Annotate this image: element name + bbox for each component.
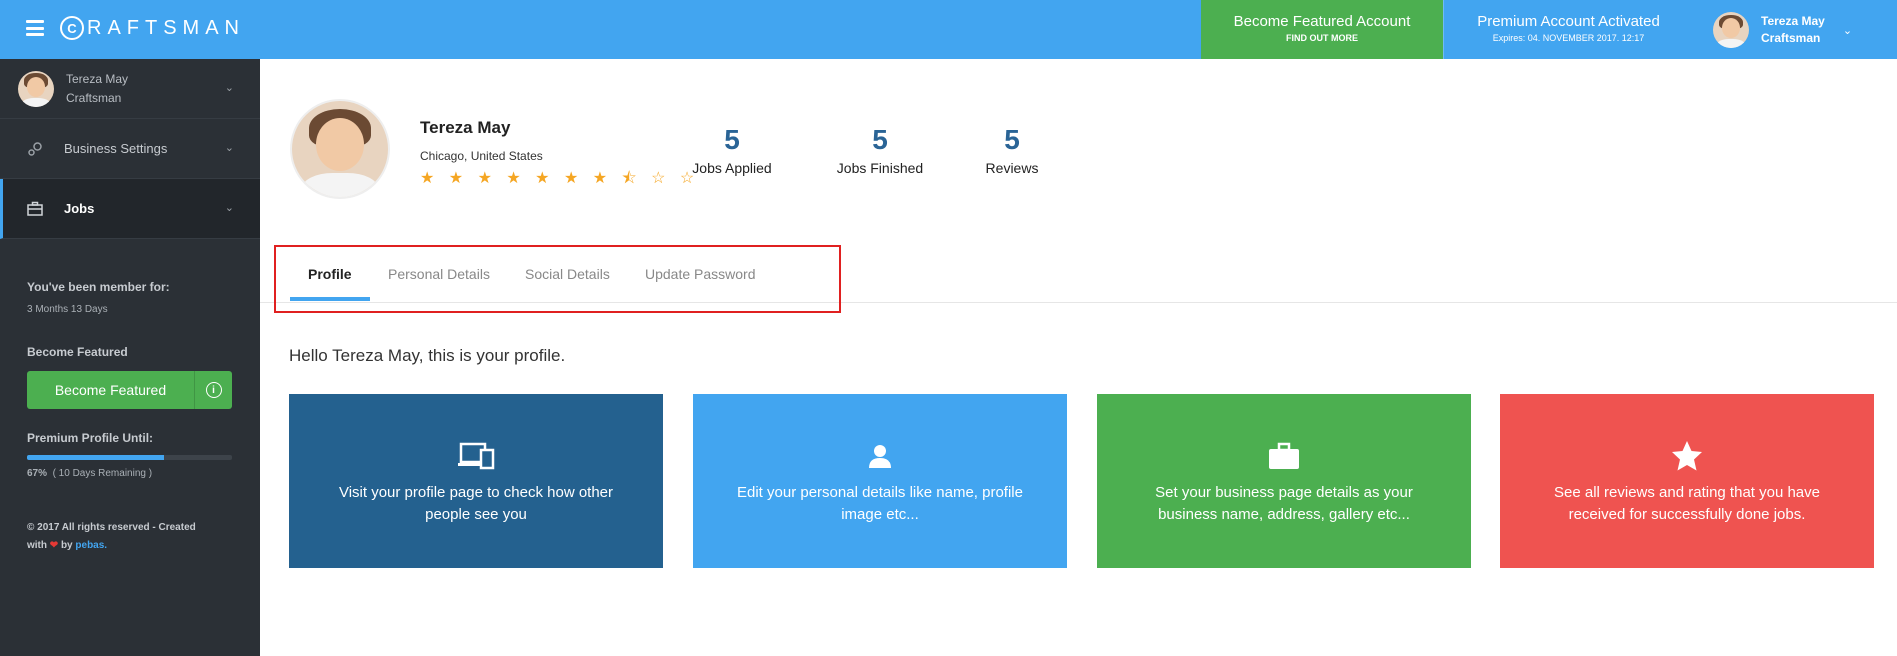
premium-progress-bar: [27, 455, 232, 460]
premium-percent: 67%: [27, 468, 48, 479]
premium-status: Premium Account Activated Expires: 04. N…: [1443, 0, 1693, 59]
stat-label: Jobs Finished: [836, 160, 924, 176]
membership-section: You've been member for: 3 Months 13 Days: [0, 280, 260, 315]
gears-icon: [26, 140, 44, 158]
profile-greeting: Hello Tereza May, this is your profile.: [289, 346, 566, 365]
chevron-down-icon: ⌄: [1842, 24, 1853, 37]
user-menu[interactable]: Tereza May Craftsman ⌄: [1713, 12, 1852, 48]
sidebar-item-jobs[interactable]: Jobs ⌄: [0, 179, 260, 239]
card-text: Set your business page details as your b…: [1155, 484, 1413, 523]
sidebar: Tereza May Craftsman ⌄ Business Settings…: [0, 59, 260, 656]
active-tab-indicator: [290, 297, 370, 301]
premium-remaining: 67% ( 10 Days Remaining ): [27, 468, 233, 479]
user-role: Craftsman: [1761, 31, 1821, 45]
card-reviews[interactable]: See all reviews and rating that you have…: [1500, 394, 1874, 568]
sidebar-user[interactable]: Tereza May Craftsman ⌄: [0, 59, 260, 119]
premium-section: Premium Profile Until: 67% ( 10 Days Rem…: [0, 431, 260, 479]
footer-with: with: [27, 540, 47, 551]
premium-days: ( 10 Days Remaining ): [52, 468, 153, 479]
featured-heading: Become Featured: [27, 345, 128, 359]
logo-text: RAFTSMAN: [87, 16, 245, 39]
sidebar-user-role: Craftsman: [66, 90, 122, 105]
briefcase-icon: [26, 200, 44, 218]
profile-avatar: [290, 99, 390, 199]
stat-value: 5: [872, 124, 888, 155]
stat-jobs-finished: 5 Jobs Finished: [820, 124, 940, 176]
devices-icon: [456, 440, 496, 472]
heart-icon: ❤: [49, 540, 59, 551]
avatar: [18, 70, 54, 107]
card-edit-personal-details[interactable]: Edit your personal details like name, pr…: [693, 394, 1067, 568]
stat-value: 5: [724, 124, 740, 155]
user-icon: [860, 440, 900, 472]
user-name: Tereza May: [1761, 14, 1825, 28]
tab-personal-details[interactable]: Personal Details: [388, 266, 490, 282]
sidebar-user-name: Tereza May: [66, 71, 129, 86]
stat-jobs-applied: 5 Jobs Applied: [672, 124, 792, 176]
footer-line2: with ❤ by pebas.: [27, 537, 233, 555]
card-text: Edit your personal details like name, pr…: [737, 484, 1023, 523]
sidebar-item-business-settings[interactable]: Business Settings ⌄: [0, 119, 260, 179]
become-featured-account-button[interactable]: Become Featured Account FIND OUT MORE: [1201, 0, 1443, 59]
sidebar-footer: © 2017 All rights reserved - Created wit…: [0, 519, 260, 555]
tab-social-details[interactable]: Social Details: [525, 266, 610, 282]
profile-location: Chicago, United States: [420, 149, 543, 163]
featured-section: Become Featured Become Featured i: [0, 345, 260, 409]
tab-update-password[interactable]: Update Password: [645, 266, 756, 282]
briefcase-icon: [1264, 440, 1304, 472]
sidebar-item-label: Jobs: [64, 201, 95, 216]
premium-progress-fill: [27, 455, 165, 460]
star-icon: [1667, 440, 1707, 472]
info-icon: i: [205, 382, 222, 398]
footer-line1: © 2017 All rights reserved - Created: [27, 522, 196, 533]
avatar: [1713, 12, 1749, 48]
stat-label: Reviews: [985, 160, 1039, 176]
top-bar: C RAFTSMAN Become Featured Account FIND …: [0, 0, 1897, 59]
featured-title: Become Featured Account: [1233, 13, 1411, 30]
tab-profile[interactable]: Profile: [308, 266, 352, 282]
chevron-down-icon: ⌄: [224, 142, 234, 154]
premium-title: Premium Account Activated: [1477, 13, 1660, 30]
become-featured-button[interactable]: Become Featured i: [27, 371, 232, 409]
card-business-details[interactable]: Set your business page details as your b…: [1097, 394, 1471, 568]
card-text: Visit your profile page to check how oth…: [338, 484, 614, 523]
premium-heading: Premium Profile Until:: [27, 431, 154, 445]
card-text: See all reviews and rating that you have…: [1554, 484, 1820, 523]
logo-mark: C: [60, 16, 84, 40]
rating-stars: ★ ★ ★ ★ ★ ★ ★ ⯪ ☆ ☆: [420, 170, 700, 187]
logo[interactable]: C RAFTSMAN: [60, 16, 245, 40]
profile-name: Tereza May: [420, 118, 511, 137]
become-featured-label: Become Featured: [27, 371, 195, 409]
premium-expiry: Expires: 04. NOVEMBER 2017. 12:17: [1492, 33, 1645, 43]
stat-reviews: 5 Reviews: [952, 124, 1072, 176]
footer-author-link[interactable]: pebas.: [75, 540, 107, 551]
card-view-profile[interactable]: Visit your profile page to check how oth…: [289, 394, 663, 568]
stat-value: 5: [1004, 124, 1020, 155]
stat-label: Jobs Applied: [692, 160, 772, 176]
member-duration: 3 Months 13 Days: [27, 304, 108, 315]
footer-by: by: [60, 540, 73, 551]
sidebar-item-label: Business Settings: [64, 141, 168, 156]
member-heading: You've been member for:: [27, 280, 170, 294]
hamburger-menu-icon[interactable]: [26, 20, 44, 36]
find-out-more-link[interactable]: FIND OUT MORE: [1201, 33, 1443, 43]
chevron-down-icon: ⌄: [224, 202, 234, 214]
info-button[interactable]: i: [195, 382, 232, 398]
chevron-down-icon: ⌄: [224, 82, 234, 94]
